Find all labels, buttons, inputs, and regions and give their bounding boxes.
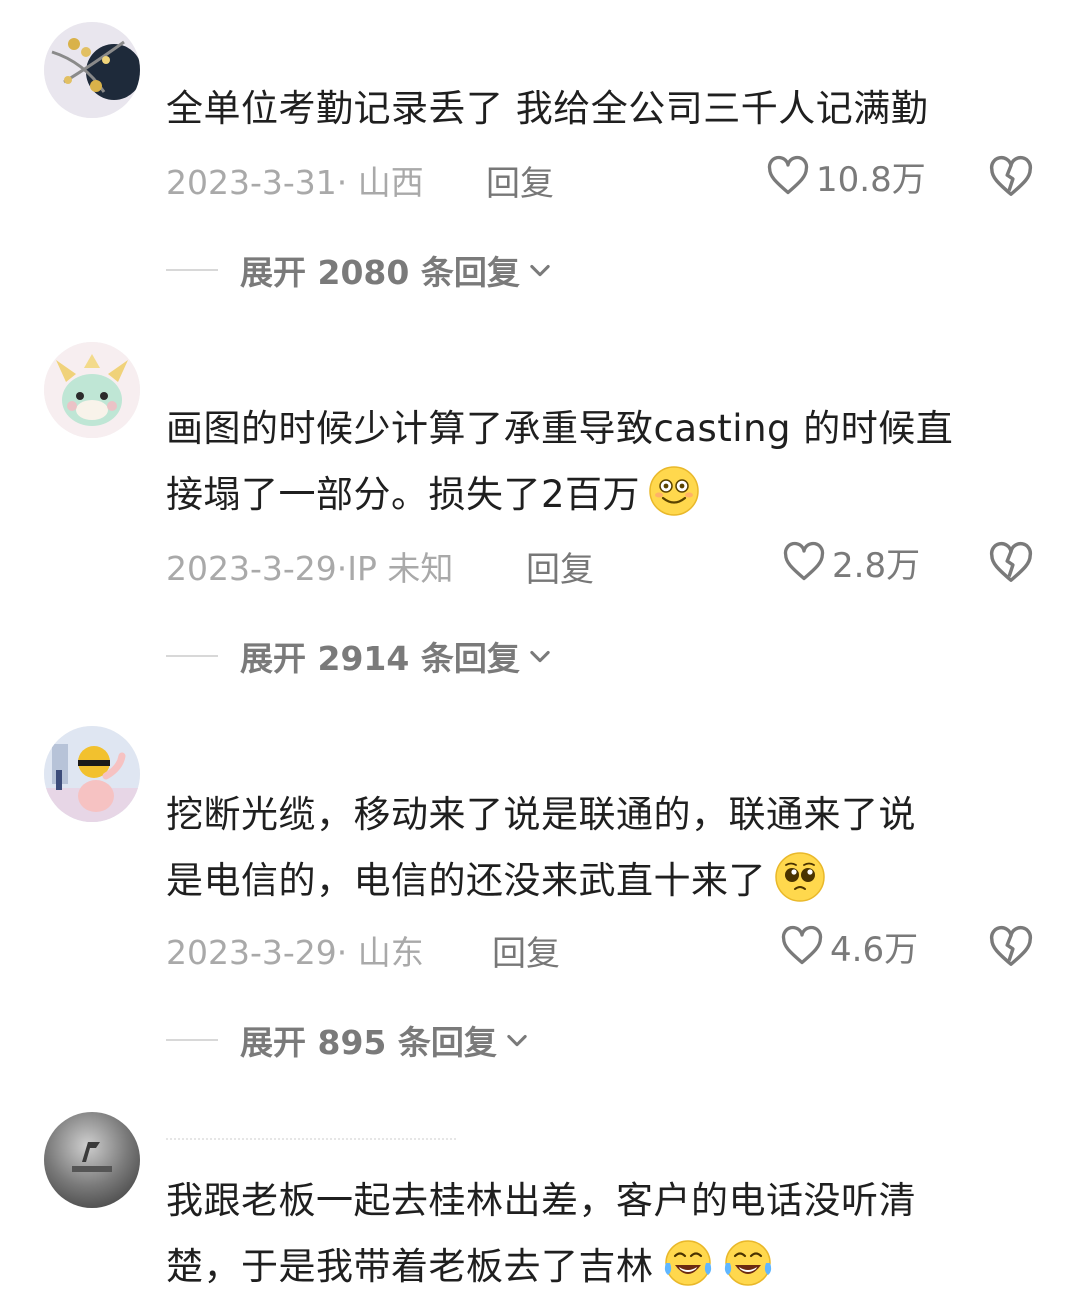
- expand-replies[interactable]: 展开 895 条回复: [166, 1018, 531, 1062]
- expand-replies[interactable]: 展开 2080 条回复: [166, 248, 554, 292]
- like-count: 10.8万: [816, 159, 926, 200]
- gray-logo-avatar-icon: [44, 1112, 140, 1208]
- broken-heart-icon: [989, 155, 1033, 196]
- divider-line: [166, 1039, 218, 1041]
- comment-line: 挖断光缆，移动来了说是联通的，联通来了说: [166, 793, 916, 836]
- like-count: 4.6万: [830, 929, 919, 970]
- divider-line: [166, 655, 218, 657]
- divider-line: [166, 269, 218, 271]
- heart-icon: [783, 541, 825, 581]
- broken-heart-icon: [989, 541, 1033, 582]
- expand-replies[interactable]: 展开 2914 条回复: [166, 634, 554, 678]
- dizzy-smile-emoji-icon: [649, 466, 699, 516]
- comment-date-location: 2023-3-31· 山西: [166, 163, 424, 202]
- like-count: 2.8万: [832, 545, 921, 586]
- laughing-tears-emoji-icon: [664, 1240, 711, 1286]
- reply-button[interactable]: 回复: [492, 926, 560, 975]
- chevron-down-icon: [530, 264, 550, 277]
- reply-button[interactable]: 回复: [526, 542, 594, 591]
- reply-button[interactable]: 回复: [486, 156, 554, 205]
- user-avatar[interactable]: [44, 342, 140, 438]
- comment-date-location: 2023-3-29·IP 未知: [166, 549, 454, 588]
- dislike-button[interactable]: [988, 540, 1034, 586]
- laughing-tears-emoji-icon: [724, 1240, 771, 1286]
- expand-replies-label[interactable]: 展开 2080 条回复: [240, 246, 520, 294]
- comment-date-location: 2023-3-29· 山东: [166, 933, 424, 972]
- user-avatar[interactable]: [44, 1112, 140, 1208]
- comment-line: 画图的时候少计算了承重导致casting 的时候直: [166, 407, 954, 450]
- comment-meta: 2023-3-31· 山西 回复 10.8万: [166, 152, 1046, 204]
- comment-meta: 2023-3-29· 山东 回复 4.6万: [166, 922, 1046, 974]
- comment-line: 全单位考勤记录丢了 我给全公司三千人记满勤: [166, 87, 929, 130]
- dislike-button[interactable]: [988, 924, 1034, 970]
- pleading-face-emoji-icon: [775, 852, 825, 902]
- expand-replies-label[interactable]: 展开 2914 条回复: [240, 632, 520, 680]
- comment-line: 楚，于是我带着老板去了吉林: [166, 1234, 1036, 1300]
- like-button[interactable]: 2.8万: [782, 538, 920, 586]
- comment-line: 接塌了一部分。损失了2百万: [166, 462, 1036, 528]
- user-avatar[interactable]: [44, 22, 140, 118]
- dislike-button[interactable]: [988, 154, 1034, 200]
- comment-line-text: 是电信的，电信的还没来武直十来了: [166, 859, 766, 902]
- comment-line-text: 接塌了一部分。损失了2百万: [166, 473, 641, 516]
- comment-text: 全单位考勤记录丢了 我给全公司三千人记满勤: [166, 76, 1036, 142]
- chevron-down-icon: [530, 650, 550, 663]
- flower-branch-avatar-icon: [44, 22, 140, 118]
- comment-line-text: 楚，于是我带着老板去了吉林: [166, 1245, 654, 1288]
- heart-icon: [781, 925, 823, 965]
- like-button[interactable]: 4.6万: [780, 922, 918, 970]
- comment-text: 挖断光缆，移动来了说是联通的，联通来了说 是电信的，电信的还没来武直十来了: [166, 782, 1036, 914]
- chevron-down-icon: [507, 1034, 527, 1047]
- comment-text: 画图的时候少计算了承重导致casting 的时候直 接塌了一部分。损失了2百万: [166, 396, 1036, 528]
- user-avatar[interactable]: [44, 726, 140, 822]
- cartoon-character-avatar-icon: [44, 726, 140, 822]
- like-button[interactable]: 10.8万: [766, 152, 926, 200]
- comment-text: 我跟老板一起去桂林出差，客户的电话没听清 楚，于是我带着老板去了吉林: [166, 1168, 1036, 1300]
- cartoon-dragon-avatar-icon: [44, 342, 140, 438]
- comment-meta: 2023-3-29·IP 未知 回复 2.8万: [166, 538, 1046, 590]
- heart-icon: [767, 155, 809, 195]
- broken-heart-icon: [989, 925, 1033, 966]
- comment-line: 是电信的，电信的还没来武直十来了: [166, 848, 1036, 914]
- expand-replies-label[interactable]: 展开 895 条回复: [240, 1016, 497, 1064]
- username-placeholder: [166, 1138, 456, 1146]
- comment-line: 我跟老板一起去桂林出差，客户的电话没听清: [166, 1179, 916, 1222]
